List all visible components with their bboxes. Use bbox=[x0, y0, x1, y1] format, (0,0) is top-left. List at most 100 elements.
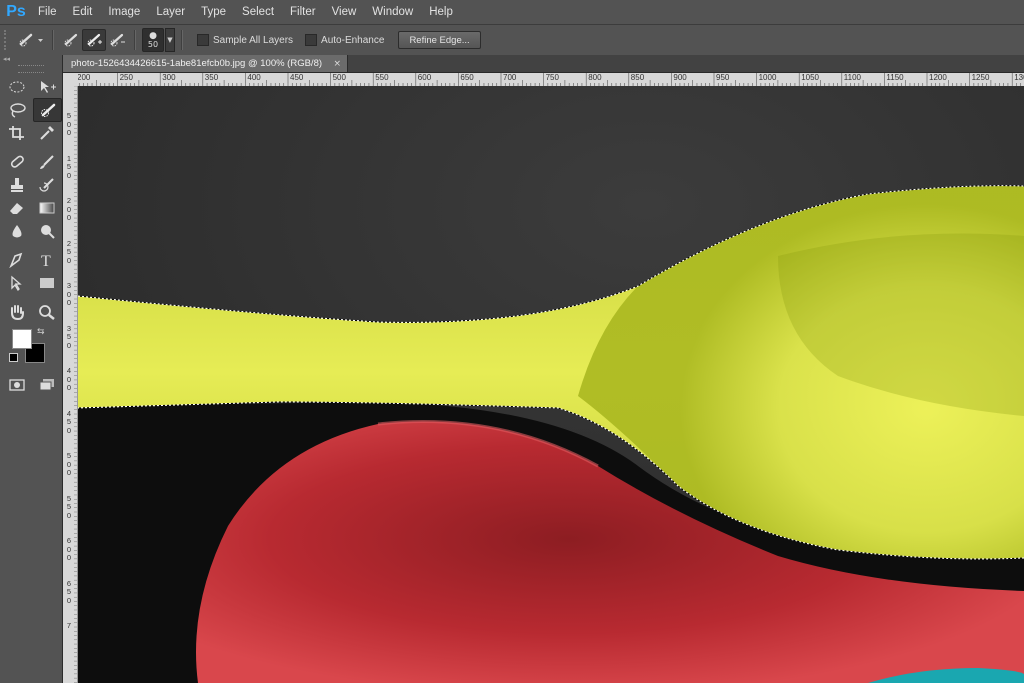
options-bar-grip[interactable] bbox=[4, 30, 16, 50]
zoom-tool[interactable] bbox=[33, 301, 60, 323]
move-tool[interactable] bbox=[33, 76, 60, 98]
subtract-from-selection-mode-button[interactable] bbox=[106, 30, 128, 50]
crop-icon bbox=[8, 125, 24, 140]
screen-mode-icon bbox=[39, 378, 54, 390]
menu-window[interactable]: Window bbox=[364, 0, 421, 24]
ruler-label: 0 bbox=[66, 213, 72, 222]
brush-tool[interactable] bbox=[33, 151, 60, 173]
brush-size-picker[interactable]: ● 50 bbox=[142, 28, 164, 52]
ruler-label: 5 bbox=[66, 502, 72, 511]
document-tab-bar: photo-1526434426615-1abe81efcb0b.jpg @ 1… bbox=[63, 55, 1024, 73]
svg-text:T: T bbox=[41, 253, 51, 268]
lasso-tool[interactable] bbox=[3, 99, 30, 121]
crop-tool[interactable] bbox=[3, 122, 30, 144]
path-selection-icon bbox=[10, 275, 22, 291]
menu-file[interactable]: File bbox=[30, 0, 65, 24]
clone-stamp-icon bbox=[10, 177, 23, 192]
vertical-ruler[interactable]: 5001502002503003504004505005506006507 bbox=[63, 86, 78, 683]
ruler-label: 1050 bbox=[801, 73, 819, 82]
rectangle-tool[interactable] bbox=[33, 272, 60, 294]
ruler-label: 5 bbox=[66, 247, 72, 256]
menu-image[interactable]: Image bbox=[100, 0, 148, 24]
ruler-label: 350 bbox=[204, 73, 219, 82]
pen-tool[interactable] bbox=[3, 249, 30, 271]
ruler-label: 800 bbox=[588, 73, 602, 82]
sample-all-layers-checkbox[interactable] bbox=[197, 34, 209, 46]
menu-filter[interactable]: Filter bbox=[282, 0, 324, 24]
horizontal-ruler[interactable]: 200 250 300 350 400 450 500 550 600 650 700 750 800 8… bbox=[78, 73, 1024, 87]
blur-tool[interactable] bbox=[3, 220, 30, 242]
blur-icon bbox=[12, 224, 21, 237]
ruler-label: 5 bbox=[66, 587, 72, 596]
sample-all-layers-label: Sample All Layers bbox=[213, 34, 294, 46]
menu-layer[interactable]: Layer bbox=[148, 0, 193, 24]
ruler-origin[interactable] bbox=[63, 73, 79, 87]
dodge-tool[interactable] bbox=[33, 220, 60, 242]
menu-select[interactable]: Select bbox=[234, 0, 282, 24]
eraser-tool[interactable] bbox=[3, 197, 30, 219]
default-colors-icon[interactable] bbox=[9, 353, 18, 362]
ruler-label: 5 bbox=[66, 451, 72, 460]
eraser-icon bbox=[9, 202, 23, 214]
auto-enhance-checkbox[interactable] bbox=[305, 34, 318, 46]
ruler-label: 0 bbox=[66, 383, 72, 392]
menu-edit[interactable]: Edit bbox=[65, 0, 101, 24]
ruler-label: 0 bbox=[66, 340, 72, 350]
ruler-label: 0 bbox=[66, 510, 72, 520]
ruler-label: 1200 bbox=[929, 73, 947, 82]
add-to-selection-mode-button[interactable] bbox=[82, 29, 106, 51]
color-swatches: ⇆ bbox=[0, 327, 62, 371]
options-bar: ● 50 ▼ Sample All Layers Auto-Enhance Re… bbox=[0, 24, 1024, 56]
ruler-label: 6 bbox=[66, 536, 72, 545]
menu-type[interactable]: Type bbox=[193, 0, 234, 24]
ruler-label: 1000 bbox=[758, 73, 777, 82]
move-icon bbox=[40, 80, 56, 93]
menu-bar: Ps File Edit Image Layer Type Select Fil… bbox=[0, 0, 1024, 24]
zoom-icon bbox=[38, 304, 55, 320]
ruler-label: 900 bbox=[673, 73, 687, 82]
history-brush-tool[interactable] bbox=[33, 174, 60, 196]
quick-selection-tool[interactable] bbox=[33, 97, 62, 122]
gradient-tool[interactable] bbox=[33, 197, 60, 219]
type-icon: T bbox=[41, 253, 51, 268]
ruler-label: 500 bbox=[332, 73, 346, 82]
brush-icon bbox=[39, 154, 54, 169]
path-selection-tool[interactable] bbox=[3, 272, 30, 294]
ruler-label: 0 bbox=[66, 553, 72, 562]
swap-colors-icon[interactable]: ⇆ bbox=[37, 327, 45, 337]
ruler-label: 1300 bbox=[1014, 73, 1024, 82]
healing-brush-icon bbox=[10, 155, 24, 168]
spot-healing-brush-tool[interactable] bbox=[3, 151, 30, 173]
tool-preset-picker[interactable] bbox=[16, 30, 46, 50]
document-tab[interactable]: photo-1526434426615-1abe81efcb0b.jpg @ 1… bbox=[63, 55, 348, 72]
menu-help[interactable]: Help bbox=[421, 0, 461, 24]
ruler-label: 3 bbox=[66, 281, 72, 290]
collapse-panel-icon[interactable]: ◂◂ bbox=[0, 55, 62, 63]
hand-icon bbox=[10, 304, 24, 320]
refine-edge-button[interactable]: Refine Edge... bbox=[398, 31, 481, 49]
hand-tool[interactable] bbox=[3, 301, 30, 323]
type-tool[interactable]: T bbox=[33, 249, 60, 271]
new-selection-mode-button[interactable] bbox=[60, 30, 82, 50]
ruler-label: 400 bbox=[247, 73, 261, 82]
ruler-label: 200 bbox=[78, 73, 91, 82]
new-selection-brush-icon bbox=[64, 33, 78, 47]
clone-stamp-tool[interactable] bbox=[3, 174, 30, 196]
panel-grip[interactable] bbox=[18, 65, 44, 73]
document-canvas[interactable] bbox=[78, 86, 1024, 683]
document-tab-title: photo-1526434426615-1abe81efcb0b.jpg @ 1… bbox=[71, 58, 323, 69]
elliptical-marquee-tool[interactable] bbox=[3, 76, 30, 98]
quick-mask-mode-button[interactable] bbox=[3, 374, 30, 396]
ruler-label: 1150 bbox=[886, 73, 904, 82]
brush-size-dropdown-icon[interactable]: ▼ bbox=[165, 28, 175, 52]
ruler-label: 5 bbox=[66, 111, 72, 120]
close-icon[interactable]: × bbox=[333, 59, 341, 69]
ruler-label: 600 bbox=[417, 73, 432, 82]
screen-mode-button[interactable] bbox=[33, 374, 60, 396]
ruler-label: 0 bbox=[66, 468, 72, 477]
foreground-color-swatch[interactable] bbox=[12, 329, 32, 349]
ruler-label: 250 bbox=[119, 73, 133, 82]
menu-view[interactable]: View bbox=[324, 0, 365, 24]
ruler-label: 650 bbox=[460, 73, 474, 82]
eyedropper-tool[interactable] bbox=[33, 122, 60, 144]
